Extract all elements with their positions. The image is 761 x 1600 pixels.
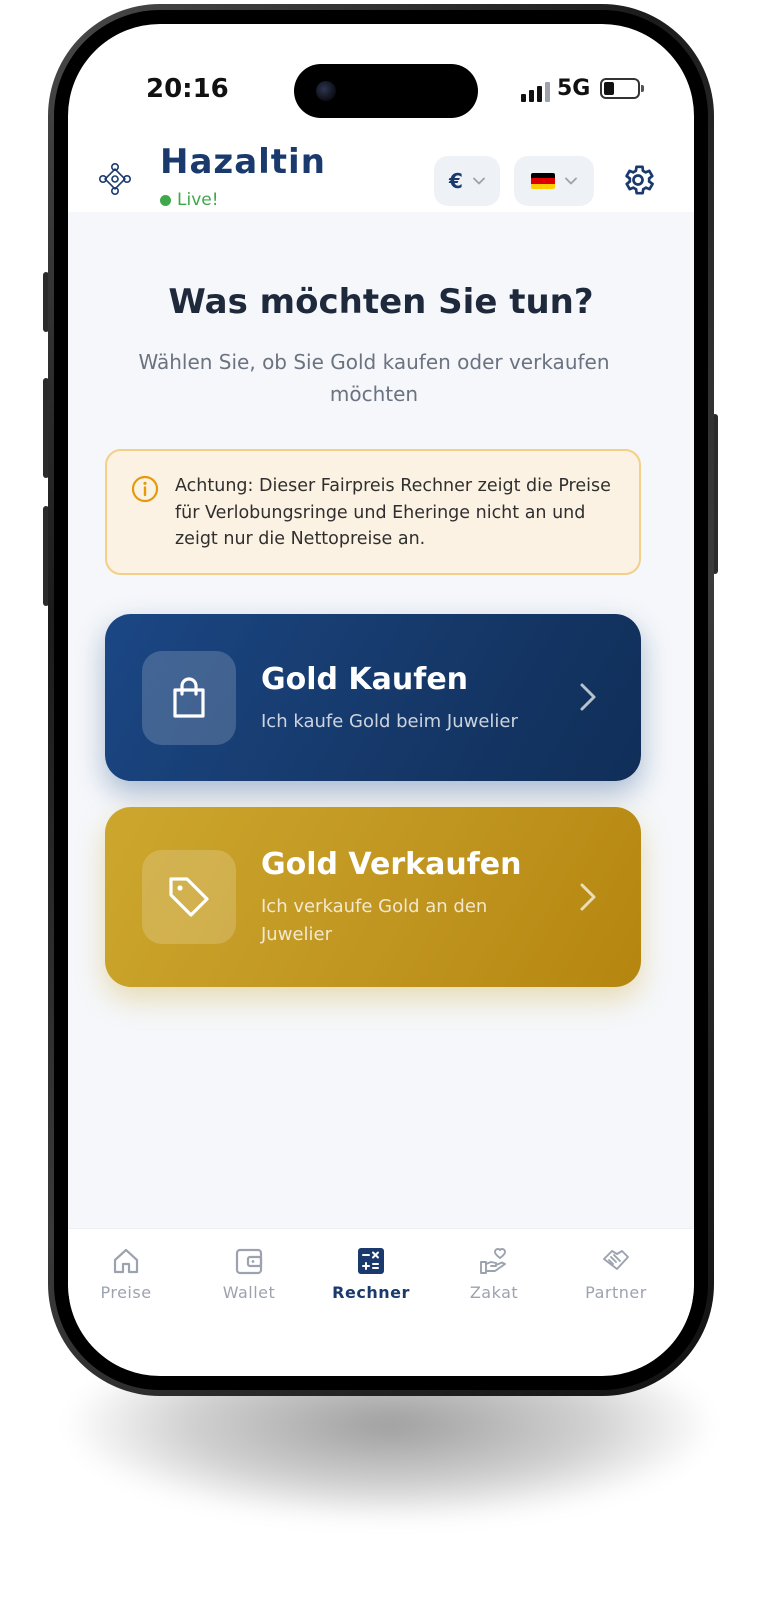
language-selector[interactable] xyxy=(514,156,594,206)
brand-title: Hazaltin xyxy=(160,142,326,182)
page-subtitle: Wählen Sie, ob Sie Gold kaufen oder verk… xyxy=(138,350,610,406)
chevron-down-icon xyxy=(565,177,577,185)
nav-item-preise[interactable]: Preise xyxy=(76,1245,176,1302)
currency-selector[interactable]: € xyxy=(434,156,500,206)
wallet-icon xyxy=(235,1248,263,1275)
nav-item-partner[interactable]: Partner xyxy=(566,1245,666,1302)
live-dot-icon xyxy=(160,194,171,206)
signal-icon xyxy=(521,80,551,102)
home-icon xyxy=(113,1248,139,1274)
chevron-right-icon xyxy=(580,683,596,711)
nav-item-zakat[interactable]: Zakat xyxy=(444,1245,544,1302)
card-title: Gold Kaufen xyxy=(261,662,469,697)
status-time: 20:16 xyxy=(146,74,229,104)
chevron-right-icon xyxy=(580,883,596,911)
card-icon-container xyxy=(142,651,236,745)
nav-label: Rechner xyxy=(332,1283,410,1302)
shopping-bag-icon xyxy=(173,677,205,718)
phone-frame: 20:16 5G Hazaltin Live! € Was möchten Si… xyxy=(48,4,714,1396)
nav-label: Partner xyxy=(585,1283,647,1302)
front-camera xyxy=(316,81,336,101)
nav-label: Zakat xyxy=(469,1283,519,1302)
nav-item-wallet[interactable]: Wallet xyxy=(199,1245,299,1302)
currency-symbol: € xyxy=(449,169,463,193)
bottom-navigation: Preise Wallet Rechner Zakat Partner xyxy=(68,1228,694,1368)
phone-bezel: 20:16 5G Hazaltin Live! € Was möchten Si… xyxy=(54,10,708,1390)
handshake-icon xyxy=(603,1250,629,1270)
notice-text: Achtung: Dieser Fairpreis Rechner zeigt … xyxy=(175,476,611,549)
card-icon-container xyxy=(142,850,236,944)
sell-gold-card[interactable]: Gold Verkaufen Ich verkaufe Gold an den … xyxy=(105,807,641,987)
live-label: Live! xyxy=(177,190,219,210)
app-screen: 20:16 5G Hazaltin Live! € Was möchten Si… xyxy=(68,24,694,1376)
network-label: 5G xyxy=(557,76,591,101)
ornament-logo-icon xyxy=(98,162,131,195)
gear-icon[interactable] xyxy=(620,162,656,198)
main-content: Was möchten Sie tun? Wählen Sie, ob Sie … xyxy=(68,212,694,1242)
german-flag-icon xyxy=(531,173,555,189)
card-title: Gold Verkaufen xyxy=(261,847,522,882)
nav-item-rechner[interactable]: Rechner xyxy=(321,1245,421,1302)
calculator-icon xyxy=(358,1248,384,1274)
price-tag-icon xyxy=(169,877,209,917)
card-subtitle: Ich verkaufe Gold an den Juwelier xyxy=(261,896,488,945)
nav-label: Wallet xyxy=(222,1283,276,1302)
page-title: Was möchten Sie tun? xyxy=(168,282,594,322)
live-indicator: Live! xyxy=(160,190,219,210)
buy-gold-card[interactable]: Gold Kaufen Ich kaufe Gold beim Juwelier xyxy=(105,614,641,781)
chevron-down-icon xyxy=(473,177,485,185)
card-subtitle: Ich kaufe Gold beim Juwelier xyxy=(261,711,518,732)
hand-heart-icon xyxy=(480,1248,506,1274)
battery-icon xyxy=(600,78,644,99)
notice-box: Achtung: Dieser Fairpreis Rechner zeigt … xyxy=(105,449,641,575)
dynamic-island xyxy=(294,64,478,118)
app-header: Hazaltin Live! € xyxy=(68,124,694,212)
info-icon xyxy=(131,475,159,503)
nav-label: Preise xyxy=(100,1283,152,1302)
